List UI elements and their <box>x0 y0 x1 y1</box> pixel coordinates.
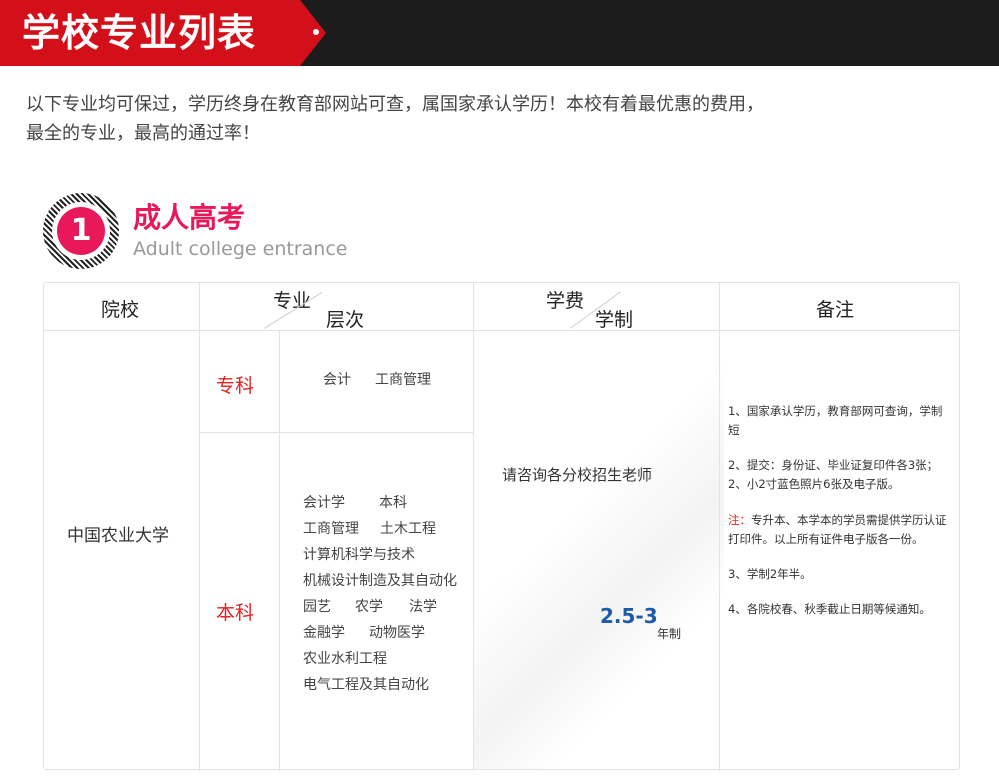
major-item: 园艺 <box>303 599 331 615</box>
major-item: 工商管理 <box>303 521 359 537</box>
duration-unit: 年制 <box>657 627 682 641</box>
remark-4: 3、学制2年半。 <box>728 567 812 581</box>
remark-3: 注：专升本、本学本的学员需提供学历认证打印件。以上所有证件电子版各一份。 <box>728 511 953 549</box>
remark-3-text: 专升本、本学本的学员需提供学历认证打印件。以上所有证件电子版各一份。 <box>728 513 947 546</box>
intro-text: 以下专业均可保过，学历终身在教育部网站可查，属国家承认学历！本校有着最优惠的费用… <box>26 90 926 148</box>
major-item: 动物医学 <box>369 625 425 641</box>
major-item: 会计 <box>323 372 351 388</box>
banner-dot-icon <box>313 29 319 35</box>
section-subtitle: Adult college entrance <box>133 238 348 260</box>
remark-2: 2、提交：身份证、毕业证复印件各3张；2、小2寸蓝色照片6张及电子版。 <box>728 458 939 491</box>
level-zhuanke: 专科 <box>216 375 255 397</box>
intro-line-2: 最全的专业，最高的通过率！ <box>26 123 260 144</box>
page-title: 学校专业列表 <box>22 11 257 55</box>
intro-line-1: 以下专业均可保过，学历终身在教育部网站可查，属国家承认学历！本校有着最优惠的费用… <box>26 94 764 115</box>
header-school: 院校 <box>101 299 140 321</box>
major-item: 电气工程及其自动化 <box>303 677 429 693</box>
major-item: 金融学 <box>303 625 345 641</box>
header-level: 层次 <box>326 309 365 331</box>
duration-value: 2.5-3 <box>600 604 658 628</box>
section-number: 1 <box>57 207 105 255</box>
remark-5: 4、各院校春、秋季截止日期等候通知。 <box>728 602 931 616</box>
level-benke: 本科 <box>216 602 255 624</box>
top-banner: 学校专业列表 <box>0 0 999 66</box>
section-number-badge: 1 <box>43 193 119 269</box>
major-table: 院校 专业 层次 学费 学制 备注 中国农业大学 专科 本科 会计 工商管理 会… <box>43 282 960 771</box>
fee-text: 请咨询各分校招生老师 <box>502 466 653 484</box>
major-item: 法学 <box>409 599 437 615</box>
section-title: 成人高考 <box>133 201 246 234</box>
major-item: 本科 <box>379 495 407 511</box>
header-remarks: 备注 <box>816 299 855 321</box>
fee-cell-shine <box>474 330 724 770</box>
major-item: 机械设计制造及其自动化 <box>303 573 457 589</box>
major-item: 农学 <box>355 599 383 615</box>
school-name: 中国农业大学 <box>67 526 169 546</box>
major-item: 会计学 <box>303 495 345 511</box>
header-duration: 学制 <box>595 309 634 331</box>
major-item: 工商管理 <box>375 372 431 388</box>
major-item: 计算机科学与技术 <box>303 547 415 563</box>
header-fee: 学费 <box>546 290 585 312</box>
major-item: 土木工程 <box>380 521 436 537</box>
remark-1: 1、国家承认学历，教育部网可查询，学制短 <box>728 404 943 437</box>
remark-3-label: 注： <box>728 513 751 527</box>
major-item: 农业水利工程 <box>303 651 387 667</box>
